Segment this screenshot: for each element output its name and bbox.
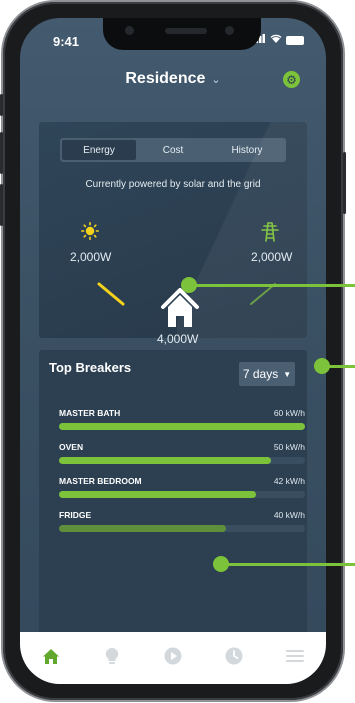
breaker-amount: 42 kW/h: [273, 476, 305, 486]
clock-icon[interactable]: [224, 646, 244, 666]
callout-line: [221, 563, 355, 566]
mute-switch: [0, 94, 3, 116]
home-icon[interactable]: [41, 646, 61, 666]
breaker-name: MASTER BEDROOM: [59, 476, 142, 486]
power-source-text: Currently powered by solar and the grid: [85, 179, 261, 190]
speaker-grille: [165, 28, 207, 34]
play-icon[interactable]: [163, 646, 183, 666]
status-time: 9:41: [53, 34, 80, 49]
home-value: 4,000W: [157, 332, 199, 346]
battery-icon: [286, 35, 304, 45]
house-icon: [161, 288, 199, 327]
screen: 9:41 Residence ⌄ ⚙ Energy Cost History Cu…: [20, 18, 326, 684]
top-breakers-card: Top Breakers 7 days ▼ MASTER BATH 60 kW/…: [39, 350, 307, 650]
breaker-bar-fill: [59, 491, 256, 498]
location-selector[interactable]: Residence ⌄: [20, 70, 326, 88]
callout-dot: [213, 556, 229, 572]
camera-dot: [225, 26, 234, 35]
chevron-down-icon: ⌄: [211, 74, 221, 86]
breaker-bar-fill: [59, 457, 271, 464]
gear-icon[interactable]: ⚙: [283, 71, 300, 88]
tab-energy[interactable]: Energy: [62, 140, 136, 160]
caret-down-icon: ▼: [283, 369, 292, 379]
callout-dot: [314, 358, 330, 374]
wifi-icon: [270, 34, 282, 46]
volume-down-button: [0, 184, 3, 226]
tab-history[interactable]: History: [210, 140, 284, 160]
breaker-amount: 40 kW/h: [273, 510, 305, 520]
breaker-name: MASTER BATH: [59, 408, 121, 418]
breaker-bar-fill: [59, 423, 305, 430]
time-range-dropdown[interactable]: 7 days ▼: [239, 362, 295, 386]
camera-dot: [125, 26, 134, 35]
breaker-bar-fill: [59, 525, 227, 532]
callout-dot: [181, 277, 197, 293]
volume-up-button: [0, 132, 3, 174]
breaker-amount: 50 kW/h: [273, 442, 305, 452]
tab-cost[interactable]: Cost: [136, 140, 210, 160]
solar-value: 2,000W: [70, 250, 112, 264]
breaker-bar-track: [59, 525, 305, 532]
time-range-label: 7 days: [242, 367, 279, 381]
power-button: [343, 152, 346, 214]
menu-icon[interactable]: [285, 646, 305, 666]
page-title: Residence: [125, 70, 206, 87]
energy-card: Energy Cost History Currently powered by…: [39, 122, 307, 346]
solar-flow-indicator: [97, 282, 125, 306]
energy-tabs: Energy Cost History: [60, 138, 286, 162]
breaker-bar-track: [59, 457, 305, 464]
phone-frame: 9:41 Residence ⌄ ⚙ Energy Cost History Cu…: [0, 2, 346, 700]
callout-line: [189, 284, 355, 287]
notch: [103, 18, 261, 50]
bottom-tab-bar: [20, 632, 326, 684]
sun-icon: [81, 222, 99, 240]
breaker-name: OVEN: [59, 442, 84, 452]
breaker-amount: 60 kW/h: [273, 408, 305, 418]
breaker-bar-track: [59, 491, 305, 498]
breaker-bar-track: [59, 423, 305, 430]
breakers-title: Top Breakers: [49, 360, 132, 375]
lightbulb-icon[interactable]: [102, 646, 122, 666]
grid-value: 2,000W: [251, 250, 293, 264]
breaker-name: FRIDGE: [59, 510, 92, 520]
power-tower-icon: [261, 222, 279, 242]
